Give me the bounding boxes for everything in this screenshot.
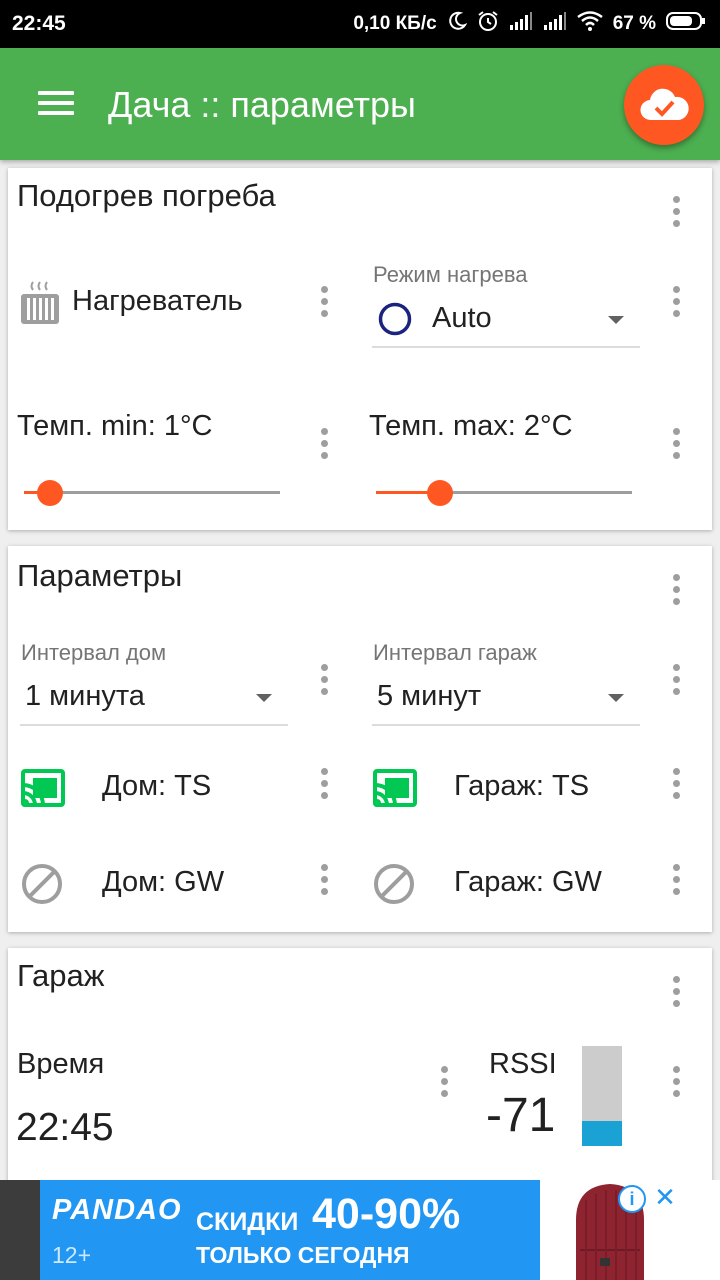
radio-button-icon bbox=[378, 302, 412, 336]
cloud-sync-button[interactable] bbox=[624, 65, 704, 145]
cast-connected-icon bbox=[373, 769, 417, 807]
rssi-level-bar bbox=[582, 1046, 622, 1146]
chevron-down-icon bbox=[256, 694, 272, 702]
status-icons: 0,10 КБ/с 67 % bbox=[353, 10, 706, 38]
time-value: 22:45 bbox=[16, 1106, 114, 1149]
garage-card: Гараж Время 22:45 RSSI -71 bbox=[8, 948, 712, 1188]
time-label: Время bbox=[17, 1048, 105, 1080]
garage-ts-menu-button[interactable] bbox=[664, 764, 688, 804]
card-title: Параметры bbox=[17, 558, 183, 593]
chevron-down-icon bbox=[608, 694, 624, 702]
slider-thumb[interactable] bbox=[37, 480, 63, 506]
chevron-down-icon bbox=[608, 316, 624, 324]
ad-promo-line: ТОЛЬКО СЕГОДНЯ bbox=[196, 1242, 410, 1268]
moon-icon bbox=[447, 11, 468, 37]
wifi-icon bbox=[576, 11, 603, 37]
ad-banner[interactable]: PANDAO 12+ СКИДКИ 40-90% ТОЛЬКО СЕГОДНЯ … bbox=[0, 1180, 720, 1280]
menu-icon[interactable] bbox=[38, 88, 74, 118]
cellar-heating-card: Подогрев погреба Нагреватель Режим нагре… bbox=[8, 168, 712, 530]
ad-promo[interactable]: PANDAO 12+ СКИДКИ 40-90% ТОЛЬКО СЕГОДНЯ bbox=[40, 1180, 540, 1280]
heating-mode-value: Auto bbox=[432, 302, 492, 334]
home-interval-select[interactable]: 1 минута bbox=[20, 674, 288, 726]
home-interval-value: 1 минута bbox=[25, 680, 145, 712]
card-title: Гараж bbox=[17, 958, 105, 993]
status-bar: 22:45 0,10 КБ/с 67 % bbox=[0, 0, 720, 48]
heating-mode-caption: Режим нагрева bbox=[373, 262, 528, 287]
home-gw-label[interactable]: Дом: GW bbox=[102, 866, 224, 899]
radiator-icon bbox=[21, 281, 59, 324]
garage-ts-label[interactable]: Гараж: TS bbox=[454, 770, 589, 803]
ad-promo-small: СКИДКИ bbox=[196, 1208, 299, 1236]
rssi-label: RSSI bbox=[489, 1048, 557, 1080]
ad-product-image[interactable]: i ✕ bbox=[540, 1180, 720, 1280]
slider-thumb[interactable] bbox=[427, 480, 453, 506]
ad-brand: PANDAO bbox=[52, 1194, 182, 1226]
battery-percent: 67 % bbox=[612, 13, 656, 34]
garage-interval-value: 5 минут bbox=[377, 680, 482, 712]
time-menu-button[interactable] bbox=[432, 1062, 456, 1102]
home-interval-menu-button[interactable] bbox=[312, 660, 336, 700]
heater-label[interactable]: Нагреватель bbox=[72, 285, 243, 318]
card-menu-button[interactable] bbox=[664, 192, 688, 232]
card-title: Подогрев погреба bbox=[17, 178, 276, 213]
cast-connected-icon bbox=[21, 769, 65, 807]
ad-close-icon[interactable]: ✕ bbox=[652, 1182, 678, 1212]
network-speed: 0,10 КБ/с bbox=[353, 13, 437, 34]
heating-mode-menu-button[interactable] bbox=[664, 282, 688, 322]
temp-max-slider[interactable] bbox=[376, 478, 632, 508]
block-icon bbox=[22, 864, 62, 904]
garage-interval-select[interactable]: 5 минут bbox=[372, 674, 640, 726]
garage-interval-caption: Интервал гараж bbox=[373, 640, 537, 665]
ad-info-icon[interactable]: i bbox=[618, 1185, 646, 1213]
garage-interval-menu-button[interactable] bbox=[664, 660, 688, 700]
card-menu-button[interactable] bbox=[664, 570, 688, 610]
signal-icon bbox=[543, 11, 567, 37]
rssi-level-fill bbox=[582, 1121, 622, 1146]
ad-promo-big: 40-90% bbox=[312, 1190, 461, 1238]
page-title: Дача :: параметры bbox=[108, 84, 416, 125]
block-icon bbox=[374, 864, 414, 904]
ad-age-rating: 12+ bbox=[52, 1242, 92, 1268]
cloud-check-icon bbox=[640, 88, 689, 121]
temp-min-menu-button[interactable] bbox=[312, 424, 336, 464]
parameters-card: Параметры Интервал дом 1 минута Интервал… bbox=[8, 546, 712, 932]
rssi-menu-button[interactable] bbox=[664, 1062, 688, 1102]
temp-max-label: Темп. max: 2°C bbox=[369, 410, 573, 442]
rssi-value: -71 bbox=[486, 1089, 556, 1142]
garage-gw-label[interactable]: Гараж: GW bbox=[454, 866, 602, 899]
status-time: 22:45 bbox=[12, 12, 66, 35]
signal-icon bbox=[509, 11, 533, 37]
home-interval-caption: Интервал дом bbox=[21, 640, 167, 665]
home-ts-label[interactable]: Дом: TS bbox=[102, 770, 211, 803]
battery-icon bbox=[666, 11, 706, 37]
temp-min-slider[interactable] bbox=[24, 478, 280, 508]
temp-min-label: Темп. min: 1°C bbox=[17, 410, 213, 442]
home-gw-menu-button[interactable] bbox=[312, 860, 336, 900]
alarm-icon bbox=[477, 10, 499, 38]
garage-gw-menu-button[interactable] bbox=[664, 860, 688, 900]
home-ts-menu-button[interactable] bbox=[312, 764, 336, 804]
temp-max-menu-button[interactable] bbox=[664, 424, 688, 464]
heating-mode-select[interactable]: Auto bbox=[372, 296, 640, 348]
app-bar: Дача :: параметры bbox=[0, 48, 720, 160]
heater-menu-button[interactable] bbox=[312, 282, 336, 322]
card-menu-button[interactable] bbox=[664, 972, 688, 1012]
